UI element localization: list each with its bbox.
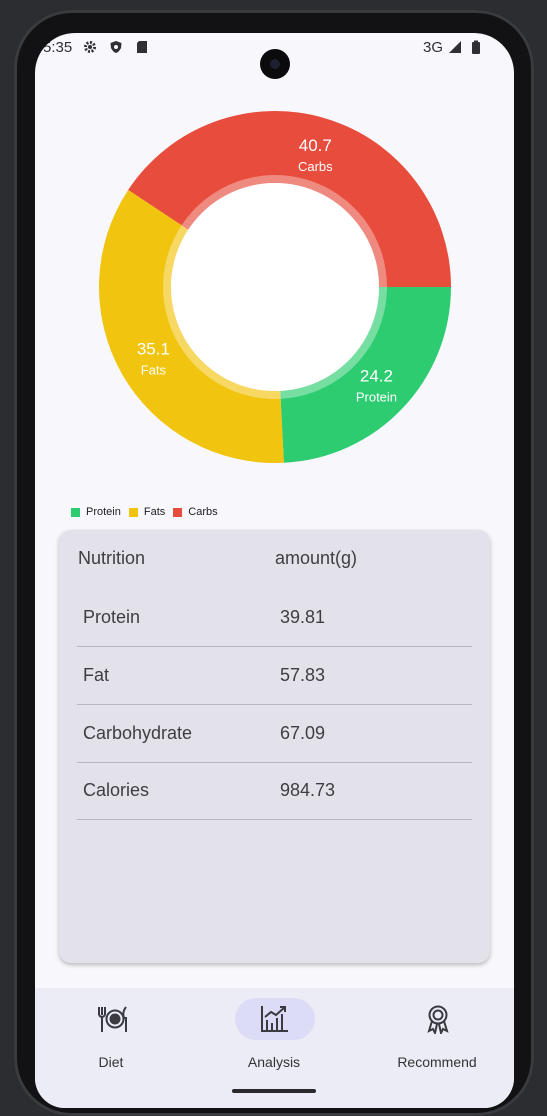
- legend-item-fats: Fats: [128, 506, 166, 518]
- nav-label-diet: Diet: [98, 1054, 124, 1070]
- donut-value-label-carbs: 40.7: [299, 136, 332, 155]
- legend-label-fats: Fats: [143, 506, 166, 518]
- home-indicator: [232, 1089, 316, 1093]
- row-nutrient: Protein: [83, 607, 141, 627]
- screen: 5:35 3G 24.2 Protein 35.1 Fats 40.7 Carbs Pro: [35, 33, 514, 1108]
- legend-swatch-protein: [71, 507, 80, 517]
- table-row: Calories 984.73: [77, 762, 472, 820]
- donut-value-label-fats: 35.1: [137, 339, 170, 358]
- nutrition-table-card: Nutrition amount(g) Protein 39.81 Fat 57…: [59, 530, 490, 963]
- plate-icon: [98, 1006, 127, 1032]
- chart-legend: Protein Fats Carbs: [71, 506, 218, 518]
- award-icon: [427, 1005, 449, 1034]
- chart-icon: [261, 1006, 288, 1032]
- table-header-amount: amount(g): [275, 548, 358, 568]
- nav-item-recommend[interactable]: Recommend: [362, 996, 512, 1076]
- table-row: Carbohydrate 67.09: [77, 705, 472, 763]
- row-nutrient: Calories: [83, 780, 150, 800]
- donut-name-label-fats: Fats: [141, 362, 167, 377]
- row-amount: 57.83: [280, 665, 326, 685]
- nav-label-recommend: Recommend: [397, 1054, 477, 1070]
- donut-value-label-protein: 24.2: [360, 366, 393, 385]
- donut-name-label-carbs: Carbs: [298, 159, 333, 174]
- donut-hole: [171, 183, 379, 391]
- nutrition-donut-chart: 24.2 Protein 35.1 Fats 40.7 Carbs: [99, 110, 451, 463]
- donut-name-label-protein: Protein: [356, 389, 397, 404]
- legend-item-protein: Protein: [71, 506, 121, 518]
- row-nutrient: Carbohydrate: [83, 723, 193, 743]
- nav-label-analysis: Analysis: [247, 1054, 301, 1070]
- legend-swatch-carbs: [173, 507, 183, 517]
- table-row: Fat 57.83: [77, 647, 472, 705]
- row-amount: 984.73: [280, 780, 336, 800]
- table-header-nutrition: Nutrition: [78, 548, 146, 568]
- legend-label-carbs: Carbs: [188, 506, 218, 518]
- table-row: Protein 39.81: [77, 589, 472, 647]
- legend-swatch-fats: [128, 507, 138, 517]
- legend-item-carbs: Carbs: [173, 506, 218, 518]
- legend-label-protein: Protein: [86, 506, 121, 518]
- nav-item-analysis[interactable]: Analysis: [199, 996, 349, 1076]
- row-amount: 67.09: [280, 723, 326, 743]
- row-amount: 39.81: [280, 607, 326, 627]
- row-nutrient: Fat: [83, 665, 110, 685]
- nav-item-diet[interactable]: Diet: [36, 996, 186, 1076]
